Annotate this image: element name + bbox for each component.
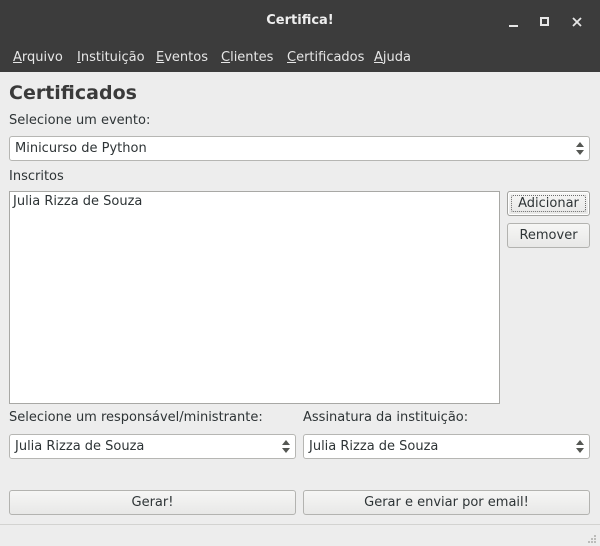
gerar-enviar-email-button[interactable]: Gerar e enviar por email!	[303, 490, 590, 515]
assinatura-label: Assinatura da instituição:	[303, 410, 469, 425]
gerar-button[interactable]: Gerar!	[9, 490, 296, 515]
inscritos-list[interactable]: Julia Rizza de Souza	[9, 191, 500, 404]
menu-eventos[interactable]: Eventos	[156, 50, 208, 65]
responsavel-select[interactable]: Julia Rizza de Souza	[9, 434, 296, 459]
main-content: Certificados Selecione um evento: Minicu…	[0, 72, 600, 546]
assinatura-select[interactable]: Julia Rizza de Souza	[303, 434, 590, 459]
inscritos-label: Inscritos	[9, 169, 64, 184]
up-down-arrows-icon	[576, 440, 584, 453]
resize-grip-icon[interactable]	[587, 533, 597, 543]
event-select[interactable]: Minicurso de Python	[9, 136, 590, 161]
add-button[interactable]: Adicionar	[507, 191, 590, 216]
event-label: Selecione um evento:	[9, 113, 151, 128]
close-icon[interactable]	[568, 13, 586, 31]
responsavel-label: Selecione um responsável/ministrante:	[9, 410, 263, 425]
menu-bar: Arquivo Instituição Eventos Clientes Cer…	[0, 44, 600, 72]
minimize-icon[interactable]	[505, 13, 523, 31]
menu-clientes[interactable]: Clientes	[221, 50, 273, 65]
menu-arquivo[interactable]: Arquivo	[13, 50, 63, 65]
up-down-arrows-icon	[282, 440, 290, 453]
menu-certificados[interactable]: Certificados	[287, 50, 364, 65]
remove-button[interactable]: Remover	[507, 223, 590, 248]
list-item[interactable]: Julia Rizza de Souza	[13, 194, 142, 209]
assinatura-select-value: Julia Rizza de Souza	[309, 439, 439, 454]
menu-ajuda[interactable]: Ajuda	[374, 50, 411, 65]
page-title: Certificados	[9, 82, 137, 104]
responsavel-select-value: Julia Rizza de Souza	[15, 439, 145, 454]
status-bar	[0, 524, 600, 546]
up-down-arrows-icon	[576, 142, 584, 155]
title-bar: Certifica!	[0, 0, 600, 44]
maximize-icon[interactable]	[536, 13, 554, 31]
menu-instituicao[interactable]: Instituição	[77, 50, 145, 65]
focus-ring	[511, 195, 586, 212]
event-select-value: Minicurso de Python	[15, 141, 147, 156]
